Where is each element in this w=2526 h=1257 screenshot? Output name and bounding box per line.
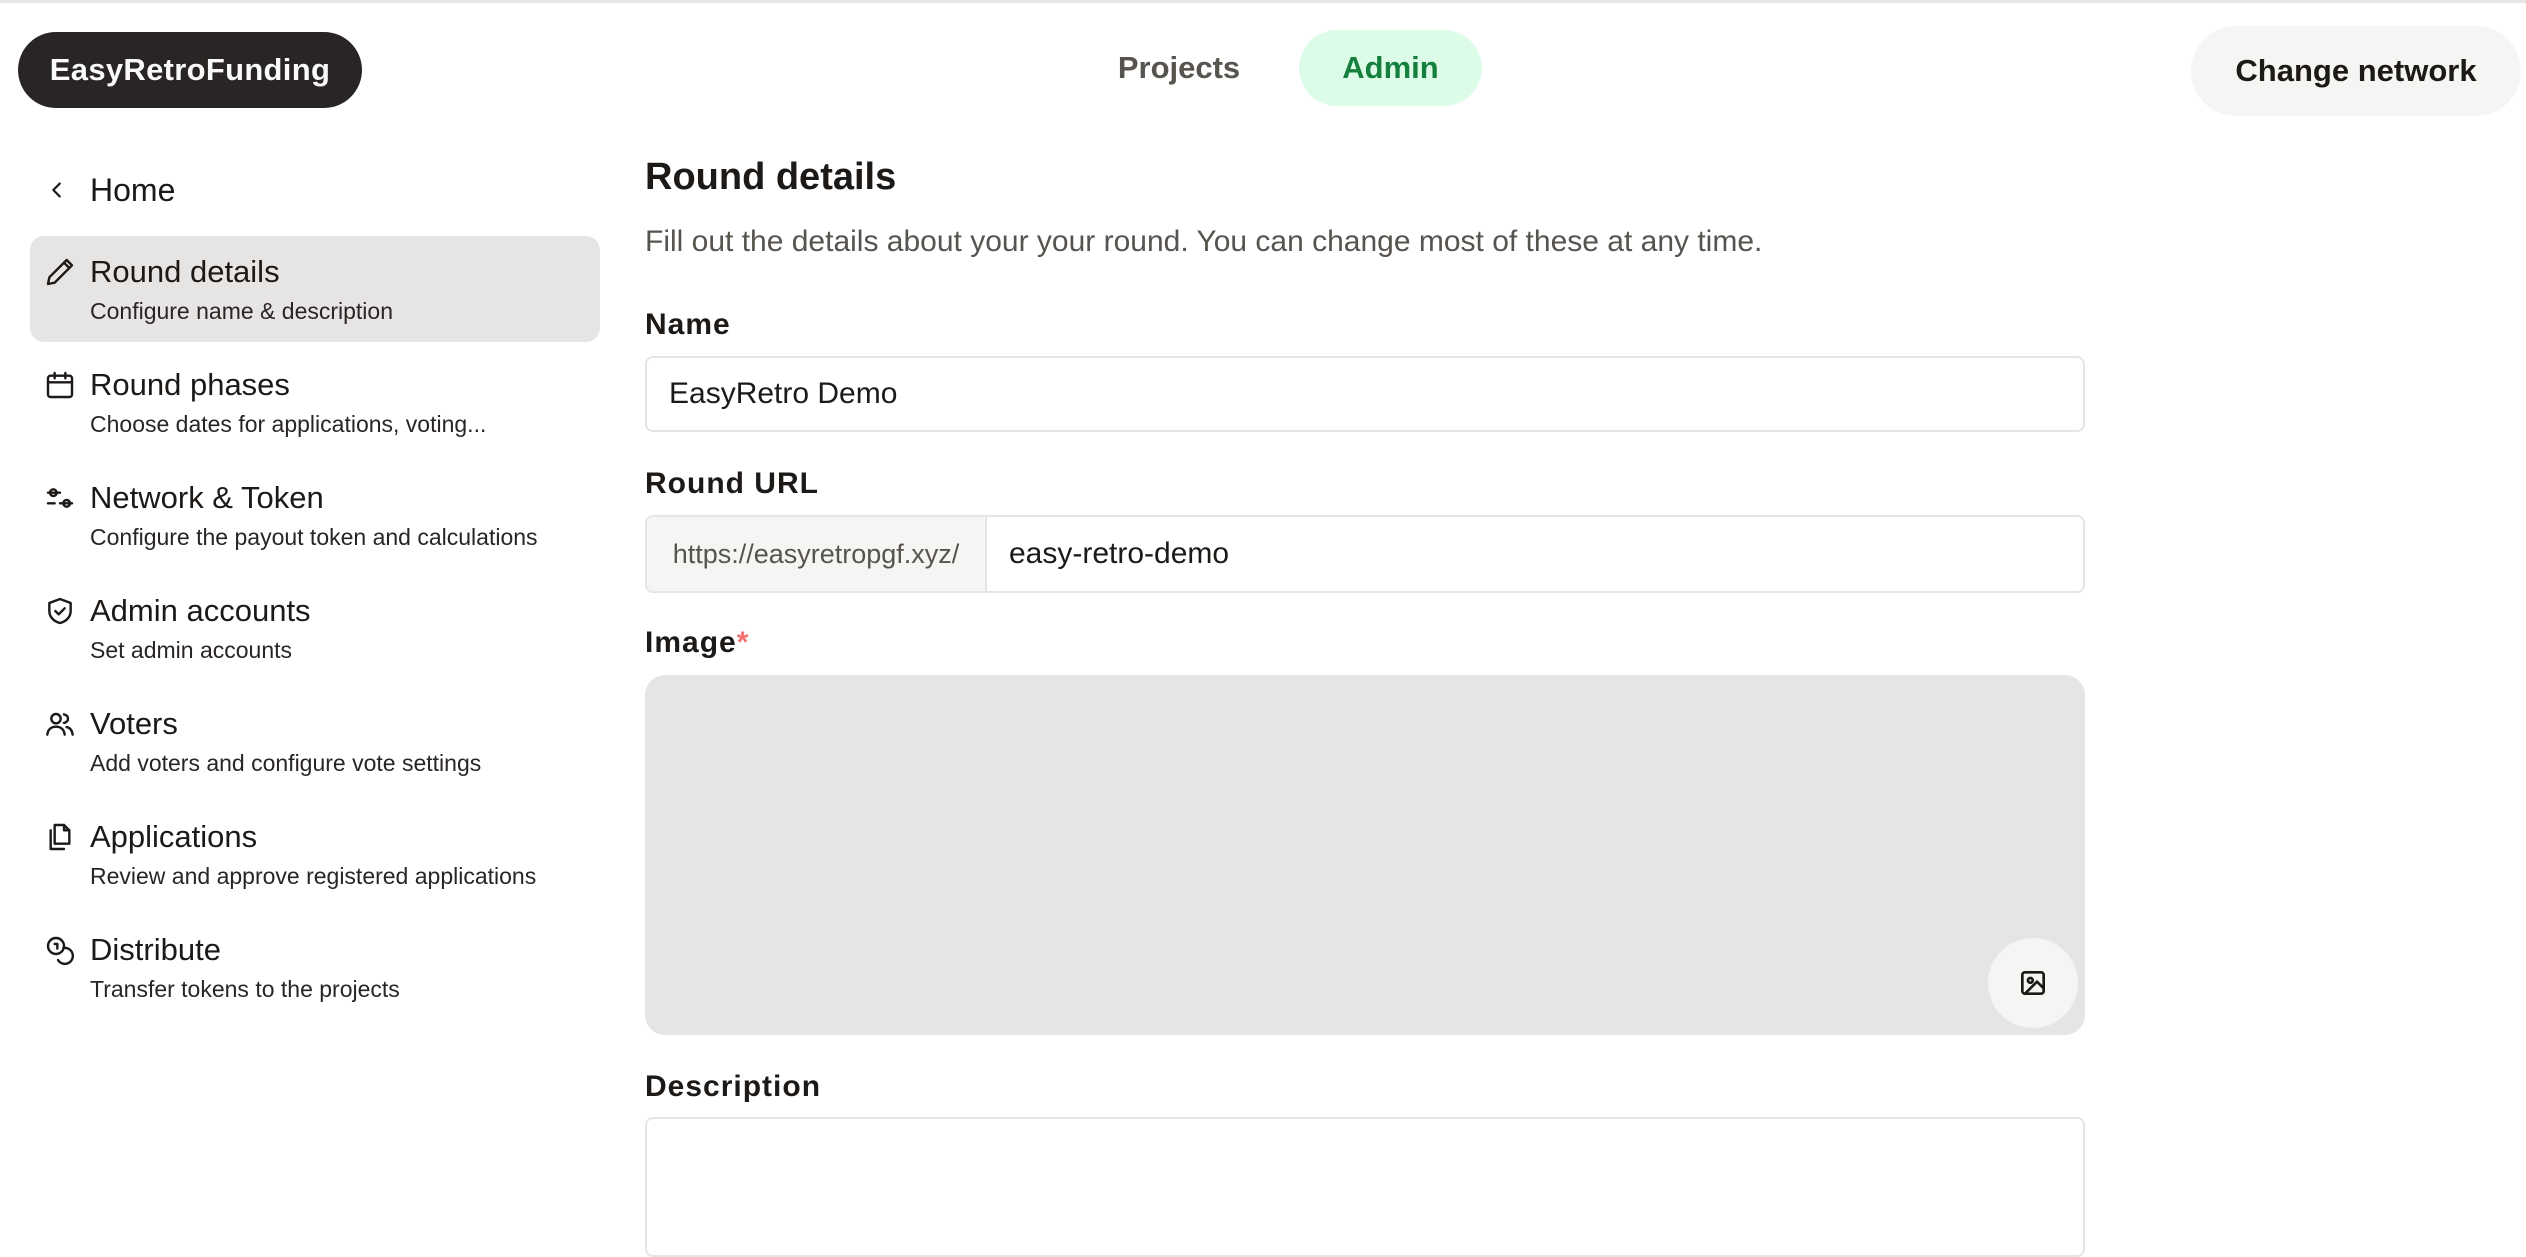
sidebar-item-title: Round phases (90, 367, 290, 402)
sidebar-item-subtitle: Set admin accounts (90, 637, 293, 663)
sidebar-item-admin-accounts[interactable]: Admin accounts Set admin accounts (30, 575, 600, 681)
change-network-button[interactable]: Change network (2191, 26, 2521, 116)
page-title: Round details (645, 156, 897, 198)
sidebar-item-subtitle: Add voters and configure vote settings (90, 750, 482, 776)
sidebar-item-subtitle: Choose dates for applications, voting... (90, 411, 487, 437)
sidebar-item-distribute[interactable]: Distribute Transfer tokens to the projec… (30, 914, 600, 1020)
sliders-icon (44, 482, 76, 514)
home-label: Home (90, 171, 176, 208)
image-upload-area[interactable] (645, 675, 2085, 1035)
files-icon (44, 821, 76, 853)
round-url-field: https://easyretropgf.xyz/ easy-retro-dem… (645, 515, 2085, 593)
name-label: Name (645, 308, 731, 341)
round-url-input[interactable]: easy-retro-demo (987, 517, 2083, 591)
upload-image-button[interactable] (1988, 938, 2078, 1028)
sidebar-item-voters[interactable]: Voters Add voters and configure vote set… (30, 688, 600, 794)
nav-admin[interactable]: Admin (1299, 30, 1482, 106)
image-icon (2017, 967, 2049, 999)
description-textarea[interactable] (645, 1117, 2085, 1257)
shield-check-icon (44, 595, 76, 627)
brand-logo-button[interactable]: EasyRetroFunding (18, 32, 362, 108)
sidebar-item-applications[interactable]: Applications Review and approve register… (30, 801, 600, 907)
nav-projects[interactable]: Projects (1090, 30, 1268, 106)
name-input[interactable]: EasyRetro Demo (645, 356, 2085, 432)
sidebar-item-title: Distribute (90, 932, 221, 967)
sidebar-item-round-details[interactable]: Round details Configure name & descripti… (30, 236, 600, 342)
top-border (0, 0, 2526, 3)
sidebar-item-title: Voters (90, 706, 178, 741)
description-label: Description (645, 1070, 822, 1103)
pencil-icon (44, 256, 76, 288)
calendar-icon (44, 369, 76, 401)
sidebar-item-network-token[interactable]: Network & Token Configure the payout tok… (30, 462, 600, 568)
sidebar-item-title: Applications (90, 819, 258, 854)
sidebar-item-title: Round details (90, 254, 280, 289)
round-url-label: Round URL (645, 467, 819, 500)
sidebar-item-subtitle: Transfer tokens to the projects (90, 976, 400, 1002)
home-link[interactable]: Home (46, 168, 175, 212)
image-label: Image* (645, 626, 749, 660)
sidebar-item-title: Network & Token (90, 480, 324, 515)
image-label-text: Image (645, 626, 737, 659)
round-url-prefix: https://easyretropgf.xyz/ (647, 517, 987, 591)
sidebar-item-title: Admin accounts (90, 593, 311, 628)
page-description: Fill out the details about your your rou… (645, 225, 1763, 258)
sidebar-item-round-phases[interactable]: Round phases Choose dates for applicatio… (30, 349, 600, 455)
sidebar-item-subtitle: Configure the payout token and calculati… (90, 524, 538, 550)
chevron-left-icon (46, 179, 68, 201)
required-marker: * (736, 626, 750, 659)
sidebar-item-subtitle: Review and approve registered applicatio… (90, 863, 537, 889)
users-icon (44, 708, 76, 740)
coins-icon (44, 934, 76, 966)
sidebar-item-subtitle: Configure name & description (90, 298, 393, 324)
